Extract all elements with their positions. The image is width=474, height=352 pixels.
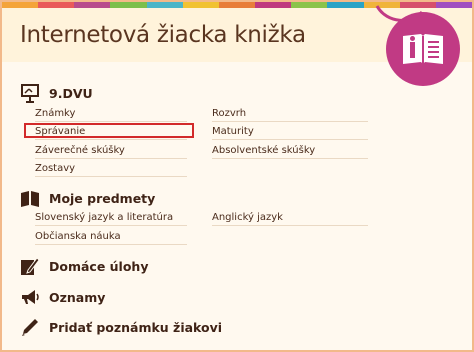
menu-link-graduate-exams[interactable]: Absolventské skúšky <box>212 145 368 159</box>
announcements-link[interactable]: Oznamy <box>20 287 105 307</box>
books-icon <box>21 191 39 207</box>
app-frame: Internetová žiacka knižka 9.DVU Známky S… <box>0 0 474 352</box>
selection-highlight <box>24 123 194 138</box>
main-menu: 9.DVU Známky Správanie Záverečné skúšky … <box>2 62 472 350</box>
class-section-header[interactable]: 9.DVU <box>20 83 93 103</box>
menu-link-subject-civics[interactable]: Občianska náuka <box>35 231 187 245</box>
megaphone-icon <box>22 290 39 304</box>
add-note-link[interactable]: Pridať poznámku žiakovi <box>20 317 222 337</box>
announcements-label: Oznamy <box>49 289 106 305</box>
homework-label: Domáce úlohy <box>49 258 149 274</box>
menu-link-maturity[interactable]: Maturity <box>212 126 368 140</box>
menu-link-final-exams[interactable]: Záverečné skúšky <box>35 145 187 159</box>
menu-link-subject-slovak[interactable]: Slovenský jazyk a literatúra <box>35 212 187 226</box>
add-note-label: Pridať poznámku žiakovi <box>49 319 223 335</box>
subjects-label: Moje predmety <box>49 190 156 206</box>
page-title: Internetová žiacka knižka <box>20 22 306 48</box>
menu-link-subject-english[interactable]: Anglický jazyk <box>212 212 368 226</box>
class-label: 9.DVU <box>49 85 93 101</box>
menu-link-timetable[interactable]: Rozvrh <box>212 108 368 122</box>
presentation-board-icon <box>21 84 39 103</box>
homework-link[interactable]: Domáce úlohy <box>20 256 148 276</box>
menu-link-grades[interactable]: Známky <box>35 108 187 122</box>
pencil-icon <box>22 319 38 336</box>
subjects-section-header[interactable]: Moje predmety <box>20 188 155 208</box>
menu-link-reports[interactable]: Zostavy <box>35 163 187 177</box>
pencil-paper-icon <box>21 257 40 275</box>
